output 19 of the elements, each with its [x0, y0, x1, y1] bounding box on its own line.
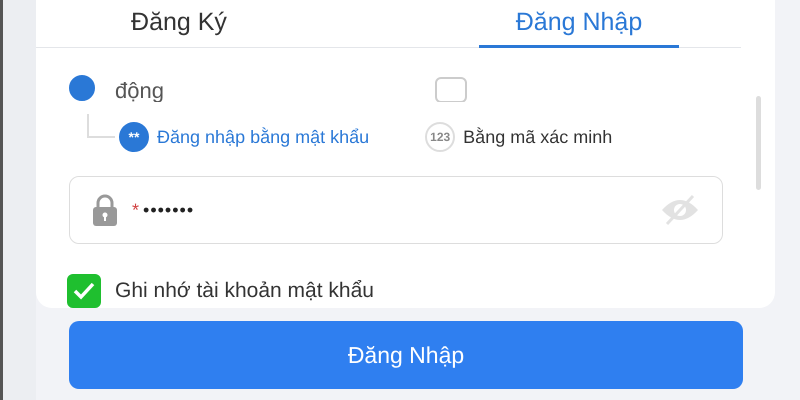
method-badge[interactable]: **: [119, 122, 149, 152]
checkbox[interactable]: [67, 274, 101, 308]
radio[interactable]: [69, 75, 95, 101]
lock-icon: [92, 194, 118, 226]
scrollbar[interactable]: [756, 96, 760, 190]
method-option[interactable]: Đăng nhập bằng mật khẩu: [157, 126, 370, 148]
tab[interactable]: Đăng Ký: [79, 0, 279, 48]
password-field[interactable]: * •••••••: [69, 176, 723, 244]
checkmark-icon: [73, 282, 95, 300]
remember-label: Ghi nhớ tài khoản mật khẩu: [115, 279, 374, 303]
eye-off-icon[interactable]: [660, 194, 700, 226]
tree-connector: [87, 114, 115, 138]
method-option[interactable]: Bằng mã xác minh: [463, 126, 612, 148]
method-badge[interactable]: 123: [425, 122, 456, 152]
login-button[interactable]: Đăng Nhập: [69, 321, 743, 389]
checkbox[interactable]: [435, 77, 467, 102]
password-value: •••••••: [143, 200, 196, 220]
tab[interactable]: Đăng Nhập: [479, 0, 679, 48]
required-mark: *: [132, 200, 140, 220]
